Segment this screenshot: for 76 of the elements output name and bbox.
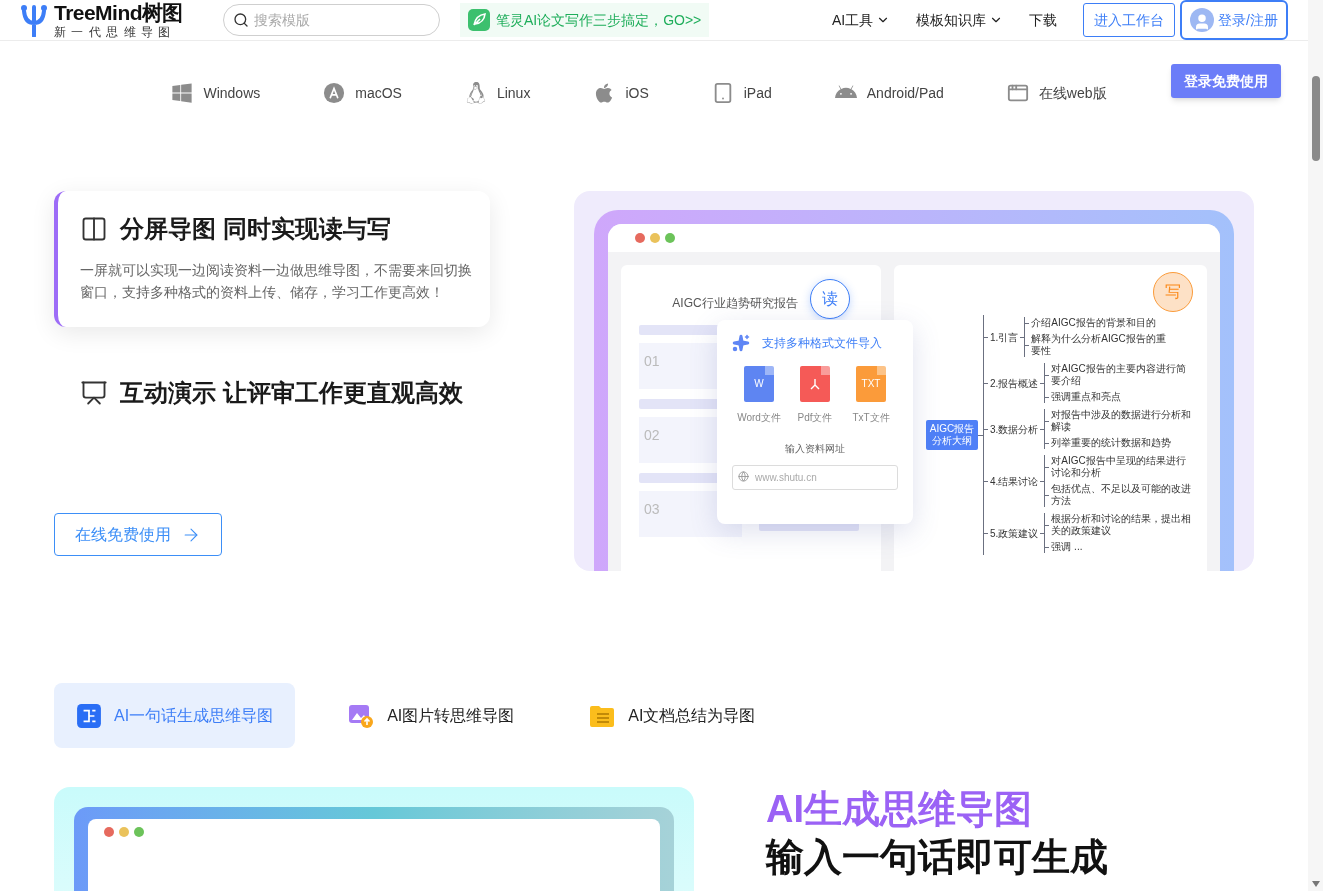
mindmap-branch-node[interactable]: 1.引言 — [988, 329, 1021, 345]
platform-link[interactable]: macOS — [355, 82, 402, 104]
leaf-icon — [467, 9, 490, 31]
pdf-symbol-icon — [809, 378, 821, 390]
feature-description: 一屏就可以实现一边阅读资料一边做思维导图，不需要来回切换窗口，支持多种格式的资料上传、储存，学习工作更高效！ — [80, 261, 473, 302]
nav-link[interactable]: AI工具 — [831, 9, 891, 31]
ai-feature-tab[interactable]: AI文档总结为导图 — [566, 683, 778, 748]
document-title: AIGC行业趋势研究报告 — [672, 295, 798, 312]
avatar-icon — [1190, 8, 1215, 32]
brand-name[interactable]: TreeMind树图 — [54, 2, 183, 23]
file-icon[interactable] — [800, 366, 830, 402]
write-badge: 写 — [1153, 272, 1193, 312]
split-panel-icon — [80, 215, 108, 243]
app-store-icon — [323, 82, 346, 104]
url-field[interactable]: www.shutu.cn — [732, 465, 898, 490]
search-field[interactable]: 搜索模版 — [222, 4, 440, 36]
mindmap-leaf-node[interactable]: 介绍AIGC报告的背景和目的 — [1029, 317, 1172, 329]
mindmap-branch-node[interactable]: 5.政策建议 — [988, 525, 1041, 541]
globe-icon — [738, 471, 749, 482]
login-button[interactable]: 登录/注册 — [1180, 0, 1288, 40]
platform-link[interactable]: iPad — [743, 82, 772, 104]
file-type-label: TxT文件 — [852, 411, 890, 425]
folder-list-icon — [588, 703, 617, 728]
mindmap-leaf-node[interactable]: 根据分析和讨论的结果，提出相关的政策建议 — [1049, 513, 1192, 537]
nav-link[interactable]: 模板知识库 — [916, 9, 1004, 31]
mindmap-app-icon — [76, 702, 102, 729]
section-number: 02 — [644, 427, 660, 443]
presentation-board-icon — [80, 379, 108, 407]
scrollbar[interactable] — [1308, 0, 1323, 891]
platform-link[interactable]: Linux — [496, 82, 531, 104]
file-type-label: Pdf文件 — [797, 411, 833, 425]
feature-title: 分屏导图 同时实现读与写 — [120, 214, 391, 244]
mindmap-leaf-node[interactable]: 对AIGC报告的主要内容进行简要介绍 — [1049, 363, 1192, 387]
platform-link[interactable]: Android/Pad — [866, 82, 944, 104]
platform-link[interactable]: Windows — [203, 82, 261, 104]
windows-icon — [171, 82, 194, 104]
scrollbar-thumb[interactable] — [1311, 76, 1320, 161]
nav-link[interactable]: 下载 — [1029, 9, 1058, 31]
penguin-icon — [464, 82, 487, 104]
section-number: 03 — [644, 501, 660, 517]
tree-logo-icon — [20, 3, 48, 37]
feature-item[interactable]: 互动演示 让评审工作更直观高效 — [54, 355, 490, 431]
section-title: AI生成思维导图 — [766, 787, 1033, 831]
file-type-label: Word文件 — [737, 411, 781, 425]
file-type-mark: W — [754, 379, 764, 389]
sparkle-icon — [732, 334, 750, 352]
read-badge: 读 — [809, 279, 850, 319]
feature-title: 互动演示 让评审工作更直观高效 — [120, 378, 463, 408]
mindmap-leaf-node[interactable]: 对AIGC报告中呈现的结果进行讨论和分析 — [1049, 455, 1192, 479]
scroll-down-arrow-icon[interactable] — [1311, 881, 1320, 887]
mindmap-leaf-node[interactable]: 包括优点、不足以及可能的改进方法 — [1049, 483, 1192, 507]
url-label: 输入资料网址 — [784, 442, 846, 456]
mindmap-root-node[interactable]: AIGC报告分析大纲 — [926, 420, 978, 450]
mindmap-branch-node[interactable]: 2.报告概述 — [988, 375, 1041, 391]
mindmap-branch-node[interactable]: 3.数据分析 — [988, 421, 1041, 437]
mindmap-leaf-node[interactable]: 解释为什么分析AIGC报告的重要性 — [1029, 333, 1172, 357]
ai-feature-tab[interactable]: AI图片转思维导图 — [325, 683, 537, 748]
platform-link[interactable]: 在线web版 — [1038, 82, 1107, 104]
section-subtitle: 输入一句话即可生成 — [766, 835, 1108, 879]
mindmap-branch-node[interactable]: 4.结果讨论 — [988, 473, 1041, 489]
feature-card[interactable]: 分屏导图 同时实现读与写 一屏就可以实现一边阅读资料一边做思维导图，不需要来回切换窗口，支持多种格式的资料上传、储存，学习工作更高效！ — [54, 191, 490, 327]
workspace-button[interactable]: 进入工作台 — [1083, 3, 1176, 37]
file-type-mark: TXT — [861, 379, 881, 389]
login-tooltip[interactable]: 登录免费使用 — [1171, 64, 1281, 98]
mindmap-leaf-node[interactable]: 强调重点和亮点 — [1049, 391, 1192, 403]
popup-title: 支持多种格式文件导入 — [762, 335, 882, 352]
brand-tagline: 新一代思维导图 — [54, 26, 177, 38]
promo-text: 笔灵AI论文写作三步搞定，GO>> — [495, 10, 702, 30]
section-number: 01 — [644, 353, 660, 369]
browser-window-icon — [1006, 82, 1029, 104]
image-upload-icon — [347, 702, 376, 729]
platform-link[interactable]: iOS — [625, 82, 649, 104]
mindmap-leaf-node[interactable]: 列举重要的统计数据和趋势 — [1049, 437, 1192, 449]
mindmap-leaf-node[interactable]: 强调 ... — [1049, 541, 1192, 553]
mindmap-leaf-node[interactable]: 对报告中涉及的数据进行分析和解读 — [1049, 409, 1192, 433]
search-icon — [232, 12, 249, 28]
